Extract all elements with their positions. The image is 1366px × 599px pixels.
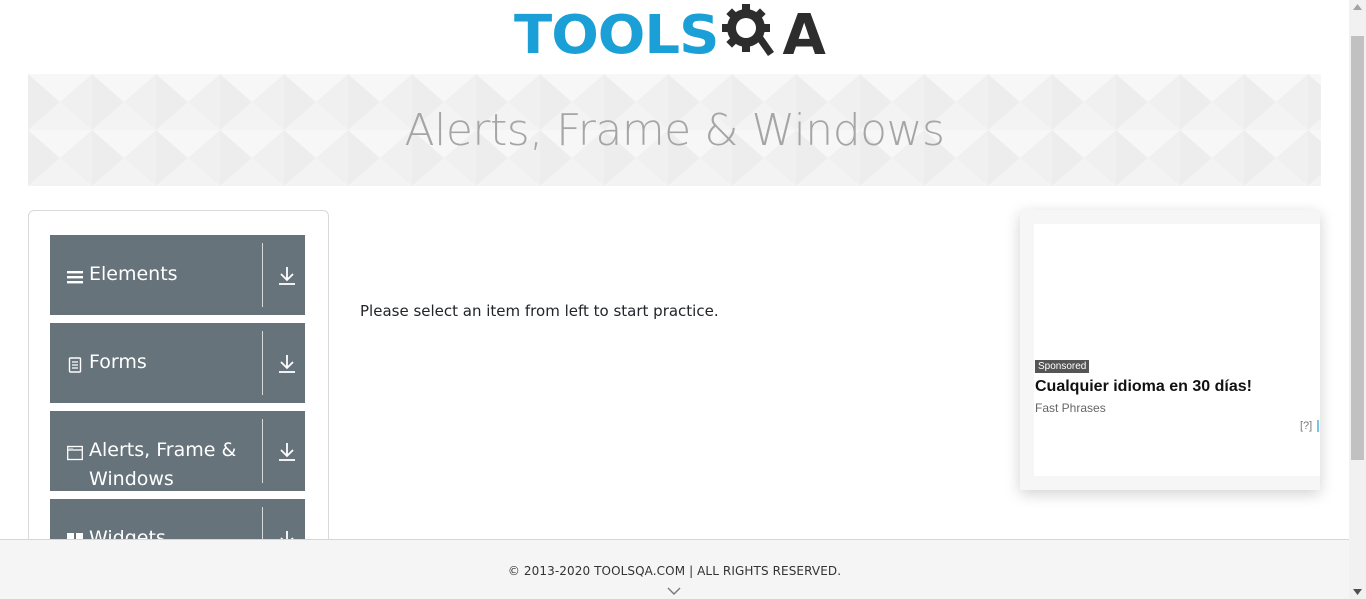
- sponsored-badge: Sponsored: [1035, 360, 1090, 373]
- copyright-text: © 2013-2020 TOOLSQA.COM | ALL RIGHTS RES…: [507, 564, 842, 578]
- window-icon: [67, 445, 83, 461]
- group-divider: [262, 243, 263, 307]
- logo-text-a: A: [782, 3, 826, 68]
- page-title: Alerts, Frame & Windows: [404, 104, 945, 156]
- page-banner: Alerts, Frame & Windows: [28, 74, 1321, 186]
- group-divider: [262, 331, 263, 395]
- scroll-up-arrow-icon[interactable]: [1353, 4, 1362, 10]
- ad-container[interactable]: Sponsored Cualquier idioma en 30 días! F…: [1020, 210, 1320, 490]
- vertical-scrollbar[interactable]: [1349, 0, 1366, 599]
- group-divider: [262, 507, 263, 539]
- footer: © 2013-2020 TOOLSQA.COM | ALL RIGHTS RES…: [0, 539, 1349, 599]
- page: TOOLS A Alerts, Frame & Windows Elements…: [0, 0, 1366, 599]
- group-label: Alerts, Frame &: [89, 439, 237, 461]
- download-icon[interactable]: [278, 266, 296, 286]
- group-label: Widgets: [89, 527, 166, 539]
- scrollbar-thumb[interactable]: [1351, 36, 1364, 460]
- adchoices-icon[interactable]: [1316, 419, 1320, 433]
- download-icon[interactable]: [278, 442, 296, 462]
- practice-instruction: Please select an item from left to start…: [360, 302, 719, 320]
- group-widgets[interactable]: Widgets: [50, 499, 305, 539]
- group-label-line2: Windows: [89, 468, 174, 490]
- group-label: Elements: [89, 263, 178, 285]
- ad-content[interactable]: Sponsored Cualquier idioma en 30 días! F…: [1034, 224, 1320, 476]
- group-label: Forms: [89, 351, 147, 373]
- left-panel: Elements Forms Alerts, Frame & Windows W…: [28, 210, 329, 570]
- group-elements[interactable]: Elements: [50, 235, 305, 315]
- form-icon: [68, 357, 82, 373]
- download-icon[interactable]: [278, 354, 296, 374]
- group-alerts-frame-windows[interactable]: Alerts, Frame & Windows: [50, 411, 305, 491]
- gear-magnifier-icon: [722, 4, 775, 56]
- chevron-down-icon[interactable]: [666, 586, 682, 596]
- scroll-down-arrow-icon[interactable]: [1353, 589, 1362, 595]
- toolsqa-logo[interactable]: TOOLS A: [514, 0, 826, 64]
- logo-text-tools: TOOLS: [514, 4, 719, 67]
- menu-icon: [67, 271, 83, 284]
- group-divider: [262, 419, 263, 483]
- ad-advertiser[interactable]: Fast Phrases: [1035, 401, 1106, 415]
- group-forms[interactable]: Forms: [50, 323, 305, 403]
- ad-headline[interactable]: Cualquier idioma en 30 días!: [1035, 378, 1252, 396]
- download-icon[interactable]: [278, 530, 296, 539]
- ad-help-link[interactable]: [?]: [1300, 420, 1312, 432]
